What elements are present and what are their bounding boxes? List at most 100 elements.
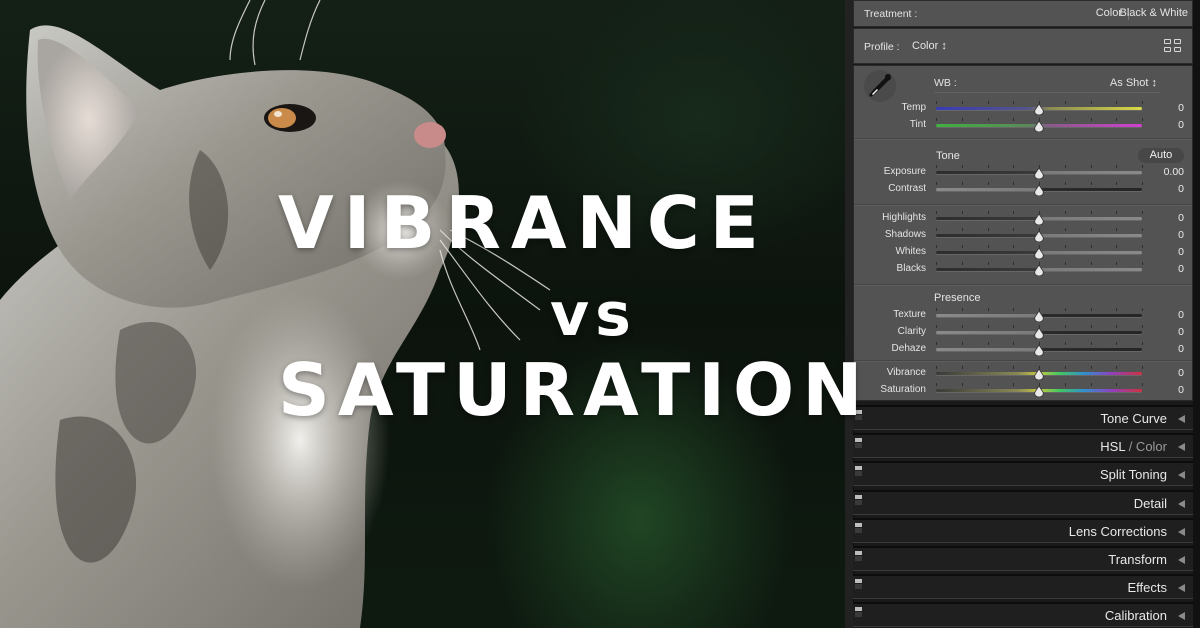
panel-toggle-switch[interactable] <box>855 466 862 477</box>
section-header-split-toning[interactable]: Split Toning <box>853 461 1193 487</box>
expand-triangle-icon[interactable] <box>1178 527 1185 536</box>
section-header-transform[interactable]: Transform <box>853 546 1193 571</box>
treatment-row: Treatment : Color Black & White <box>853 0 1193 27</box>
slider-clarity[interactable]: Clarity 0 <box>854 324 1194 341</box>
expand-triangle-icon[interactable] <box>1178 556 1185 564</box>
treatment-label: Treatment : <box>864 8 918 20</box>
blacks-slider-thumb[interactable] <box>1034 263 1044 277</box>
contrast-label: Contrast <box>888 183 926 194</box>
panel-toggle-switch[interactable] <box>855 579 862 590</box>
section-header-effects[interactable]: Effects <box>853 574 1193 600</box>
temp-label: Temp <box>901 102 926 113</box>
grid-icon[interactable] <box>1164 39 1182 53</box>
contrast-value[interactable]: 0 <box>1144 183 1184 195</box>
blacks-value[interactable]: 0 <box>1144 263 1184 275</box>
section-divider <box>854 204 1192 205</box>
temp-slider-thumb[interactable] <box>1034 102 1044 116</box>
saturation-slider-thumb[interactable] <box>1034 384 1044 398</box>
whites-value[interactable]: 0 <box>1144 246 1184 258</box>
texture-slider-thumb[interactable] <box>1034 309 1044 323</box>
headline-vibrance: VIBRANCE <box>278 181 769 265</box>
expand-triangle-icon[interactable] <box>1178 443 1185 452</box>
wb-label: WB : <box>934 77 957 89</box>
dehaze-value[interactable]: 0 <box>1144 343 1184 355</box>
profile-select[interactable]: Color ↕ <box>912 40 947 52</box>
section-title-suffix[interactable]: / Color <box>1125 439 1167 454</box>
shadows-slider-thumb[interactable] <box>1034 229 1044 243</box>
clarity-value[interactable]: 0 <box>1144 326 1184 338</box>
exposure-slider-thumb[interactable] <box>1034 166 1044 180</box>
slider-shadows[interactable]: Shadows 0 <box>854 227 1194 244</box>
section-title: Tone Curve <box>1100 411 1167 426</box>
slider-tint[interactable]: Tint 0 <box>854 117 1194 134</box>
slider-whites[interactable]: Whites 0 <box>854 244 1194 261</box>
temp-value[interactable]: 0 <box>1144 102 1184 114</box>
slider-temp[interactable]: Temp 0 <box>854 100 1194 117</box>
expand-triangle-icon[interactable] <box>1178 499 1185 508</box>
expand-triangle-icon[interactable] <box>1178 612 1185 621</box>
section-title: Transform <box>1108 552 1167 567</box>
expand-triangle-icon[interactable] <box>1178 471 1185 480</box>
panel-toggle-switch[interactable] <box>855 522 862 533</box>
clarity-slider-thumb[interactable] <box>1034 326 1044 340</box>
section-title: Detail <box>1133 495 1167 511</box>
kitten-photo <box>0 0 845 628</box>
texture-label: Texture <box>893 309 926 320</box>
profile-row: Profile : Color ↕ <box>853 28 1193 64</box>
kitten-illustration <box>0 0 551 628</box>
exposure-label: Exposure <box>883 166 926 177</box>
contrast-slider-thumb[interactable] <box>1034 183 1044 197</box>
whites-label: Whites <box>895 246 926 257</box>
section-header-calibration[interactable]: Calibration <box>853 602 1193 628</box>
section-divider <box>854 138 1192 139</box>
eyedropper-icon[interactable] <box>864 70 896 102</box>
wb-select[interactable]: As Shot ↕ <box>1110 77 1157 89</box>
tint-value[interactable]: 0 <box>1144 119 1184 131</box>
section-header-lens-corrections[interactable]: Lens Corrections <box>853 517 1193 543</box>
section-header-hsl-color[interactable]: HSL / Color <box>853 433 1193 459</box>
slider-exposure[interactable]: Exposure 0.00 <box>854 164 1194 181</box>
presence-title: Presence <box>934 292 981 304</box>
panel-toggle-switch[interactable] <box>855 551 862 561</box>
shadows-value[interactable]: 0 <box>1144 229 1184 241</box>
section-title: Lens Corrections <box>1068 523 1167 539</box>
section-title: Calibration <box>1104 608 1167 624</box>
section-title: HSL / Color <box>1100 439 1167 455</box>
highlights-value[interactable]: 0 <box>1144 212 1184 224</box>
section-divider <box>854 284 1192 285</box>
vibrance-value[interactable]: 0 <box>1144 367 1184 379</box>
auto-button[interactable]: Auto <box>1138 148 1184 163</box>
tint-slider-thumb[interactable] <box>1034 119 1044 133</box>
saturation-value[interactable]: 0 <box>1144 384 1184 396</box>
section-header-detail[interactable]: Detail <box>853 489 1193 515</box>
slider-blacks[interactable]: Blacks 0 <box>854 261 1194 278</box>
panel-toggle-switch[interactable] <box>855 607 862 618</box>
dehaze-slider-thumb[interactable] <box>1034 343 1044 357</box>
panel-toggle-switch[interactable] <box>855 494 862 505</box>
profile-label: Profile : <box>864 41 900 53</box>
panel-toggle-switch[interactable] <box>855 438 862 449</box>
headline-saturation: SATURATION <box>278 348 871 432</box>
expand-triangle-icon[interactable] <box>1178 415 1185 423</box>
blacks-label: Blacks <box>896 263 926 274</box>
tint-label: Tint <box>909 119 926 130</box>
exposure-value[interactable]: 0.00 <box>1144 166 1184 178</box>
slider-highlights[interactable]: Highlights 0 <box>854 210 1194 227</box>
highlights-slider-thumb[interactable] <box>1034 212 1044 226</box>
treatment-color-option[interactable]: Color <box>1096 7 1122 19</box>
clarity-label: Clarity <box>897 326 926 337</box>
slider-texture[interactable]: Texture 0 <box>854 307 1194 324</box>
headline-vs: vs <box>550 280 637 350</box>
treatment-bw-option[interactable]: Black & White <box>1120 7 1188 19</box>
highlights-label: Highlights <box>882 212 926 223</box>
shadows-label: Shadows <box>884 229 926 240</box>
whites-slider-thumb[interactable] <box>1034 246 1044 260</box>
section-title: Split Toning <box>1100 467 1167 483</box>
section-title: Effects <box>1127 580 1167 596</box>
panel-scrollbar[interactable] <box>1193 0 1200 628</box>
vibrance-slider-thumb[interactable] <box>1034 367 1044 381</box>
tone-title: Tone <box>936 150 960 162</box>
expand-triangle-icon[interactable] <box>1178 584 1185 593</box>
slider-contrast[interactable]: Contrast 0 <box>854 181 1194 198</box>
texture-value[interactable]: 0 <box>1144 309 1184 321</box>
